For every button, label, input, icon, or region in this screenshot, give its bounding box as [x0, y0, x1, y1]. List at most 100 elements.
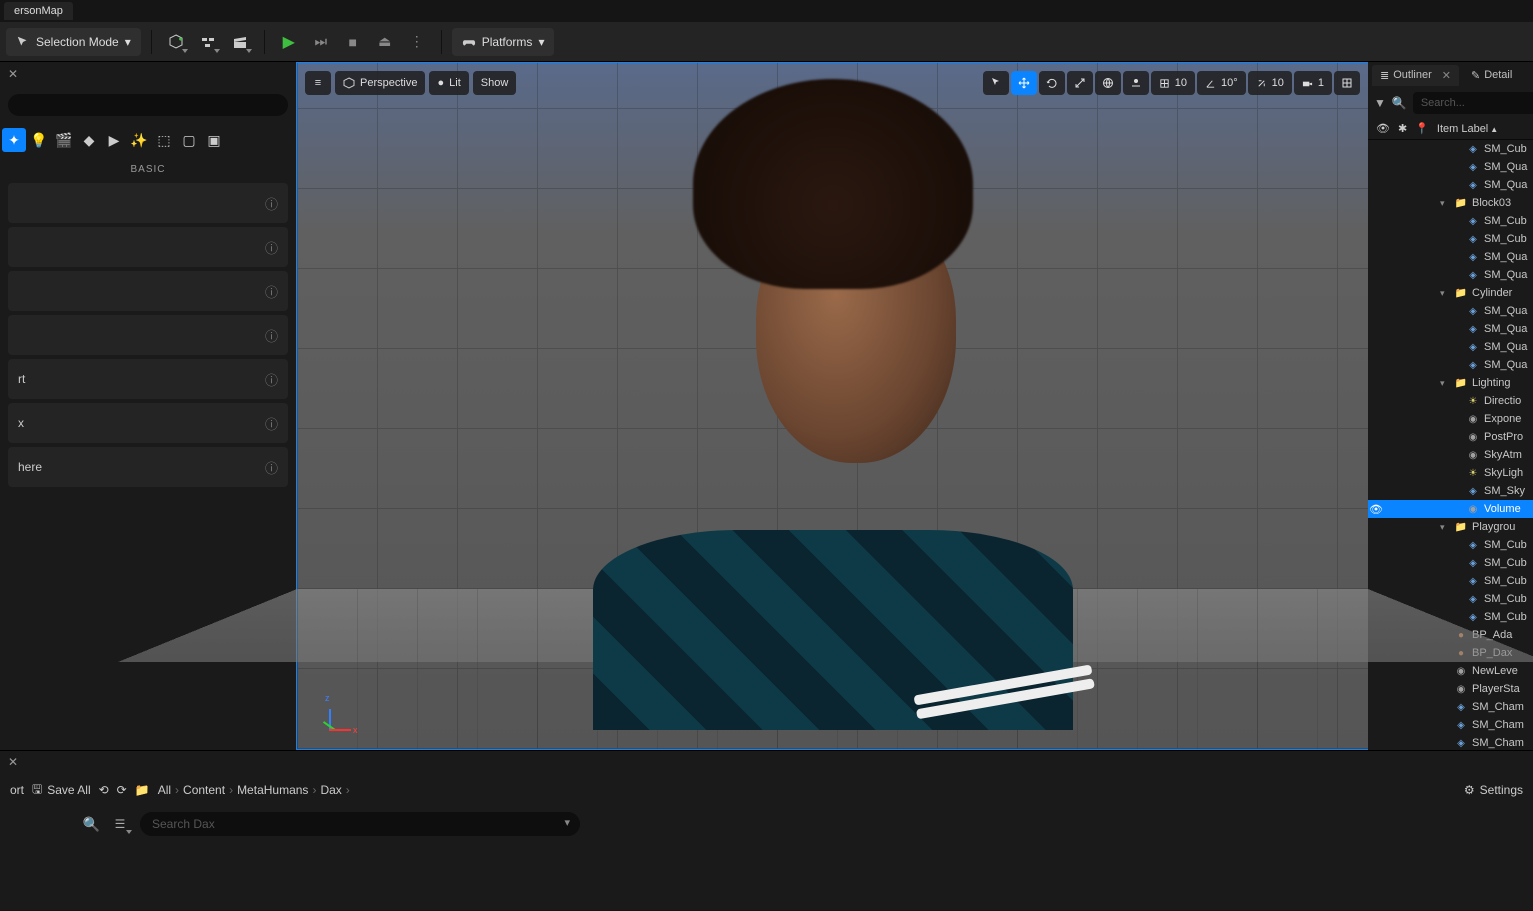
tree-row[interactable]: 👁◈SM_Cub — [1368, 536, 1533, 554]
angle-snap-value[interactable]: 10° — [1197, 71, 1246, 95]
tree-row[interactable]: 👁◉Expone — [1368, 410, 1533, 428]
tree-row[interactable]: 👁●BP_Ada — [1368, 626, 1533, 644]
scale-tool[interactable] — [1067, 71, 1093, 95]
tree-row[interactable]: 👁◉SkyAtm — [1368, 446, 1533, 464]
outliner-header[interactable]: 👁 ✱ 📍 Item Label — [1368, 118, 1533, 140]
actor-item[interactable]: ⓘ — [8, 271, 288, 311]
tree-row[interactable]: 👁◈SM_Qua — [1368, 176, 1533, 194]
breadcrumb-item[interactable]: Dax — [320, 783, 341, 797]
category-shapes[interactable]: ◆ — [77, 128, 101, 152]
expand-arrow[interactable]: ▾ — [1440, 198, 1450, 209]
tree-row[interactable]: 👁◈SM_Qua — [1368, 320, 1533, 338]
level-tab[interactable]: ersonMap — [4, 2, 73, 20]
tree-row[interactable]: 👁◈SM_Cub — [1368, 590, 1533, 608]
expand-arrow[interactable]: ▾ — [1440, 378, 1450, 389]
viewport-perspective-button[interactable]: Perspective — [335, 71, 425, 95]
breadcrumb-item[interactable]: All — [158, 783, 171, 797]
tree-row[interactable]: 👁◉NewLeve — [1368, 662, 1533, 680]
category-volumes[interactable]: ▢ — [177, 128, 201, 152]
breadcrumb-item[interactable]: MetaHumans — [237, 783, 308, 797]
settings-button[interactable]: ⚙ Settings — [1464, 783, 1523, 797]
pin-icon[interactable]: 📍 — [1415, 122, 1429, 135]
rotate-tool[interactable] — [1039, 71, 1065, 95]
surface-snap-toggle[interactable] — [1123, 71, 1149, 95]
selection-mode-dropdown[interactable]: Selection Mode ▾ — [6, 28, 141, 56]
cb-tab-row[interactable]: ✕ — [0, 751, 1533, 773]
eject-button[interactable]: ⏏ — [371, 28, 399, 56]
actor-item[interactable]: ⓘ — [8, 315, 288, 355]
translate-tool[interactable] — [1011, 71, 1037, 95]
tree-row[interactable]: 👁◈SM_Cub — [1368, 230, 1533, 248]
panel-tab[interactable]: ✕ — [0, 62, 296, 86]
search-toggle-icon[interactable]: 🔍 — [10, 816, 100, 833]
tree-row[interactable]: 👁◉Volume — [1368, 500, 1533, 518]
category-media[interactable]: ▶ — [102, 128, 126, 152]
tree-row[interactable]: 👁◈SM_Qua — [1368, 248, 1533, 266]
tree-row[interactable]: 👁☀Directio — [1368, 392, 1533, 410]
tree-row[interactable]: 👁▾📁Block03 — [1368, 194, 1533, 212]
tree-row[interactable]: 👁◈SM_Qua — [1368, 158, 1533, 176]
viewport-show-button[interactable]: Show — [473, 71, 517, 95]
tree-row[interactable]: 👁◈SM_Cham — [1368, 734, 1533, 750]
tree-row[interactable]: 👁☀SkyLigh — [1368, 464, 1533, 482]
tree-row[interactable]: 👁◉PostPro — [1368, 428, 1533, 446]
category-geometry[interactable]: ⬚ — [152, 128, 176, 152]
actor-item[interactable]: xⓘ — [8, 403, 288, 443]
content-search-input[interactable] — [140, 812, 580, 836]
close-icon[interactable]: ✕ — [8, 67, 18, 81]
tree-row[interactable]: 👁◈SM_Cub — [1368, 554, 1533, 572]
category-basic[interactable]: ✦ — [2, 128, 26, 152]
help-icon[interactable]: ⓘ — [265, 414, 278, 433]
help-icon[interactable]: ⓘ — [265, 282, 278, 301]
viewport-layout-button[interactable] — [1334, 71, 1360, 95]
column-label[interactable]: Item Label — [1437, 123, 1498, 135]
tree-row[interactable]: 👁●BP_Dax — [1368, 644, 1533, 662]
viewport-lit-button[interactable]: ● Lit — [429, 71, 468, 95]
tree-row[interactable]: 👁◈SM_Qua — [1368, 338, 1533, 356]
tree-row[interactable]: 👁◈SM_Sky — [1368, 482, 1533, 500]
viewport-menu-button[interactable]: ≡ — [305, 71, 331, 95]
tree-row[interactable]: 👁▾📁Cylinder — [1368, 284, 1533, 302]
help-icon[interactable]: ⓘ — [265, 370, 278, 389]
play-button[interactable]: ▶ — [275, 28, 303, 56]
eye-icon[interactable]: 👁 — [1376, 122, 1390, 135]
actor-item[interactable]: ⓘ — [8, 227, 288, 267]
outliner-tree[interactable]: 👁◈SM_Cub👁◈SM_Qua👁◈SM_Qua👁▾📁Block03👁◈SM_C… — [1368, 140, 1533, 750]
help-icon[interactable]: ⓘ — [265, 194, 278, 213]
details-tab[interactable]: ✎ Detail — [1463, 65, 1520, 86]
tree-row[interactable]: 👁◉PlayerSta — [1368, 680, 1533, 698]
tree-row[interactable]: 👁◈SM_Cub — [1368, 572, 1533, 590]
cinematics-button[interactable] — [226, 28, 254, 56]
select-tool[interactable] — [983, 71, 1009, 95]
expand-arrow[interactable]: ▾ — [1440, 288, 1450, 299]
stop-button[interactable]: ■ — [339, 28, 367, 56]
tree-row[interactable]: 👁◈SM_Cham — [1368, 716, 1533, 734]
save-all-button[interactable]: 🖫 Save All — [32, 780, 91, 801]
camera-speed[interactable]: 1 — [1294, 71, 1332, 95]
visibility-icon[interactable]: 👁 — [1368, 503, 1384, 516]
platforms-dropdown[interactable]: Platforms ▾ — [452, 28, 555, 56]
star-icon[interactable]: ✱ — [1398, 122, 1407, 135]
filter-icon[interactable]: ▼ — [1374, 96, 1386, 110]
help-icon[interactable]: ⓘ — [265, 238, 278, 257]
outliner-tab[interactable]: ≣ Outliner ✕ — [1372, 65, 1459, 86]
grid-snap-value[interactable]: 10 — [1151, 71, 1195, 95]
tree-row[interactable]: 👁◈SM_Cub — [1368, 608, 1533, 626]
tree-row[interactable]: 👁◈SM_Cham — [1368, 698, 1533, 716]
add-content-button[interactable] — [162, 28, 190, 56]
outliner-search-input[interactable] — [1413, 92, 1533, 114]
close-icon[interactable]: ✕ — [8, 755, 18, 769]
expand-arrow[interactable]: ▾ — [1440, 522, 1450, 533]
tree-row[interactable]: 👁◈SM_Cub — [1368, 140, 1533, 158]
tree-row[interactable]: 👁▾📁Playgrou — [1368, 518, 1533, 536]
tree-row[interactable]: 👁◈SM_Cub — [1368, 212, 1533, 230]
category-fx[interactable]: ✨ — [127, 128, 151, 152]
scale-snap-value[interactable]: 10 — [1248, 71, 1292, 95]
help-icon[interactable]: ⓘ — [265, 326, 278, 345]
actor-item[interactable]: ⓘ — [8, 183, 288, 223]
import-button[interactable]: ort — [10, 783, 24, 797]
tree-row[interactable]: 👁◈SM_Qua — [1368, 302, 1533, 320]
filter-button[interactable]: ☰ — [108, 812, 132, 836]
tree-row[interactable]: 👁▾📁Lighting — [1368, 374, 1533, 392]
blueprint-button[interactable] — [194, 28, 222, 56]
